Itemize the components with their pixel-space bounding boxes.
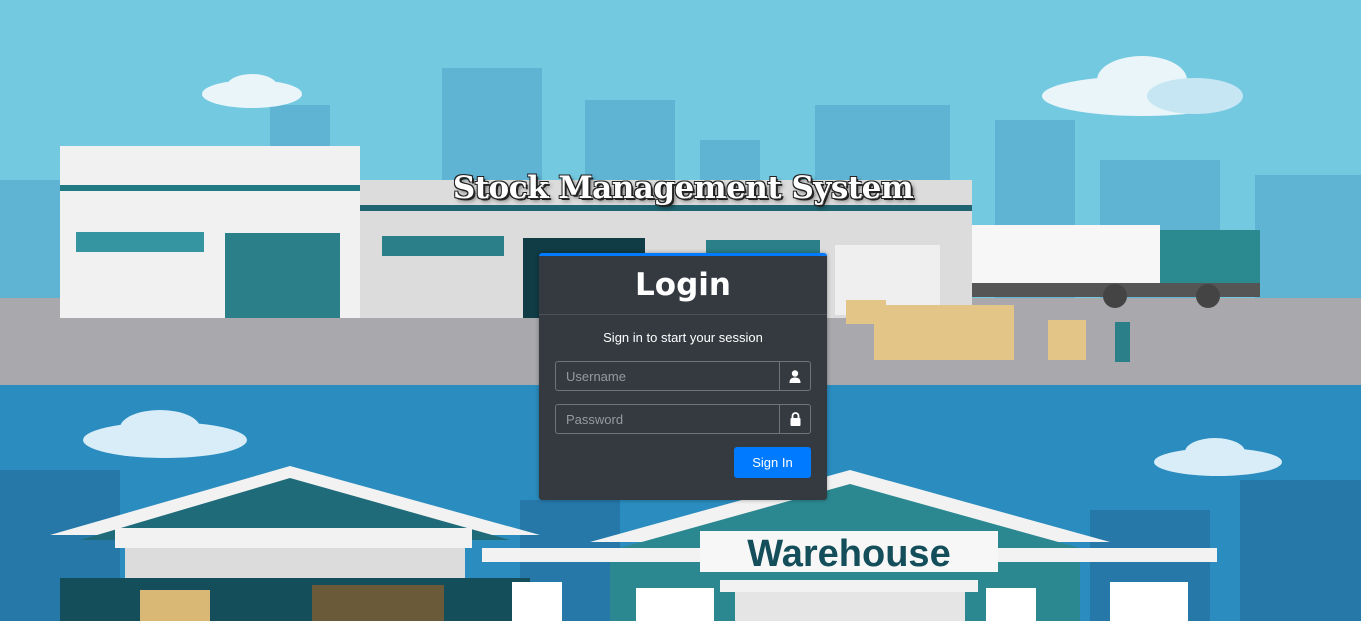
lock-icon xyxy=(779,404,811,434)
login-actions: Sign In xyxy=(555,447,811,478)
login-card-header: Login xyxy=(539,256,827,315)
sign-in-button[interactable]: Sign In xyxy=(734,447,811,478)
login-card: Login Sign in to start your session Sign… xyxy=(539,253,827,500)
login-card-body: Sign in to start your session Sign In xyxy=(539,315,827,478)
password-input[interactable] xyxy=(555,404,779,434)
username-input-group xyxy=(555,361,811,391)
warehouse-sign-text: Warehouse xyxy=(747,533,950,575)
user-icon xyxy=(779,361,811,391)
login-title: Login xyxy=(635,267,731,303)
password-input-group xyxy=(555,404,811,434)
login-message: Sign in to start your session xyxy=(603,330,763,345)
app-title: Stock Management System xyxy=(452,170,914,206)
username-input[interactable] xyxy=(555,361,779,391)
